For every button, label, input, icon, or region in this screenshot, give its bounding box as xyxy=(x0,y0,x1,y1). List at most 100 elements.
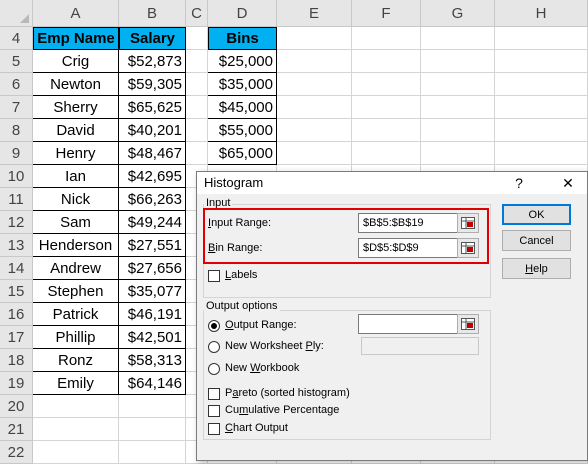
grid-cell[interactable] xyxy=(186,142,208,165)
grid-cell[interactable] xyxy=(352,96,421,119)
salary-cell[interactable]: $40,201 xyxy=(119,119,186,142)
help-question-icon[interactable]: ? xyxy=(506,173,532,193)
new-worksheet-ply-radio[interactable] xyxy=(208,341,220,353)
labels-checkbox[interactable] xyxy=(208,270,220,282)
grid-cell[interactable] xyxy=(421,96,495,119)
grid-cell[interactable] xyxy=(421,50,495,73)
grid-cell[interactable] xyxy=(421,119,495,142)
salary-cell[interactable]: $49,244 xyxy=(119,211,186,234)
employee-name-cell[interactable]: Emily xyxy=(33,372,119,395)
select-all-corner[interactable] xyxy=(0,0,33,27)
employee-name-cell[interactable]: Ian xyxy=(33,165,119,188)
bin-range-collapse-button[interactable] xyxy=(457,238,479,258)
row-header[interactable]: 13 xyxy=(0,234,33,257)
grid-cell[interactable] xyxy=(421,142,495,165)
bin-cell[interactable]: $35,000 xyxy=(208,73,277,96)
column-header[interactable]: B xyxy=(119,0,186,27)
new-worksheet-ply-field[interactable] xyxy=(361,337,479,355)
row-header[interactable]: 14 xyxy=(0,257,33,280)
salary-cell[interactable]: $42,501 xyxy=(119,326,186,349)
bin-cell[interactable]: $55,000 xyxy=(208,119,277,142)
column-header[interactable]: G xyxy=(421,0,495,27)
grid-cell[interactable] xyxy=(33,418,119,441)
row-header[interactable]: 15 xyxy=(0,280,33,303)
new-workbook-radio[interactable] xyxy=(208,363,220,375)
employee-name-cell[interactable]: Nick xyxy=(33,188,119,211)
grid-cell[interactable] xyxy=(352,73,421,96)
grid-cell[interactable] xyxy=(495,142,588,165)
salary-cell[interactable]: $66,263 xyxy=(119,188,186,211)
employee-name-cell[interactable]: Newton xyxy=(33,73,119,96)
grid-cell[interactable] xyxy=(277,142,352,165)
input-range-field[interactable]: $B$5:$B$19 xyxy=(358,213,458,233)
grid-cell[interactable] xyxy=(186,73,208,96)
grid-cell[interactable] xyxy=(495,96,588,119)
input-range-collapse-button[interactable] xyxy=(457,213,479,233)
row-header[interactable]: 8 xyxy=(0,119,33,142)
grid-cell[interactable] xyxy=(421,27,495,50)
employee-name-cell[interactable]: Henry xyxy=(33,142,119,165)
row-header[interactable]: 17 xyxy=(0,326,33,349)
row-header[interactable]: 6 xyxy=(0,73,33,96)
pareto-checkbox[interactable] xyxy=(208,388,220,400)
header-bins[interactable]: Bins xyxy=(208,27,277,50)
employee-name-cell[interactable]: Ronz xyxy=(33,349,119,372)
grid-cell[interactable] xyxy=(186,27,208,50)
employee-name-cell[interactable]: Sherry xyxy=(33,96,119,119)
row-header[interactable]: 16 xyxy=(0,303,33,326)
employee-name-cell[interactable]: Crig xyxy=(33,50,119,73)
bin-cell[interactable]: $65,000 xyxy=(208,142,277,165)
salary-cell[interactable]: $46,191 xyxy=(119,303,186,326)
close-icon[interactable]: ✕ xyxy=(555,173,581,193)
cumulative-percentage-checkbox[interactable] xyxy=(208,405,220,417)
salary-cell[interactable]: $64,146 xyxy=(119,372,186,395)
employee-name-cell[interactable]: Phillip xyxy=(33,326,119,349)
row-header[interactable]: 11 xyxy=(0,188,33,211)
salary-cell[interactable]: $48,467 xyxy=(119,142,186,165)
grid-cell[interactable] xyxy=(186,119,208,142)
bin-cell[interactable]: $25,000 xyxy=(208,50,277,73)
salary-cell[interactable]: $35,077 xyxy=(119,280,186,303)
employee-name-cell[interactable]: Henderson xyxy=(33,234,119,257)
row-header[interactable]: 10 xyxy=(0,165,33,188)
row-header[interactable]: 18 xyxy=(0,349,33,372)
grid-cell[interactable] xyxy=(277,73,352,96)
column-header[interactable]: H xyxy=(495,0,588,27)
row-header[interactable]: 7 xyxy=(0,96,33,119)
output-range-radio[interactable] xyxy=(208,320,220,332)
salary-cell[interactable]: $59,305 xyxy=(119,73,186,96)
row-header[interactable]: 21 xyxy=(0,418,33,441)
grid-cell[interactable] xyxy=(495,73,588,96)
grid-cell[interactable] xyxy=(119,418,186,441)
grid-cell[interactable] xyxy=(186,96,208,119)
output-range-collapse-button[interactable] xyxy=(457,314,479,334)
grid-cell[interactable] xyxy=(352,142,421,165)
grid-cell[interactable] xyxy=(352,27,421,50)
column-header[interactable]: C xyxy=(186,0,208,27)
employee-name-cell[interactable]: Patrick xyxy=(33,303,119,326)
grid-cell[interactable] xyxy=(33,395,119,418)
grid-cell[interactable] xyxy=(186,50,208,73)
grid-cell[interactable] xyxy=(277,119,352,142)
row-header[interactable]: 12 xyxy=(0,211,33,234)
grid-cell[interactable] xyxy=(277,96,352,119)
salary-cell[interactable]: $52,873 xyxy=(119,50,186,73)
salary-cell[interactable]: $27,656 xyxy=(119,257,186,280)
grid-cell[interactable] xyxy=(495,27,588,50)
employee-name-cell[interactable]: Stephen xyxy=(33,280,119,303)
ok-button[interactable]: OK xyxy=(502,204,571,225)
grid-cell[interactable] xyxy=(119,395,186,418)
salary-cell[interactable]: $65,625 xyxy=(119,96,186,119)
grid-cell[interactable] xyxy=(352,119,421,142)
employee-name-cell[interactable]: David xyxy=(33,119,119,142)
row-header[interactable]: 5 xyxy=(0,50,33,73)
header-emp-name[interactable]: Emp Name xyxy=(33,27,119,50)
grid-cell[interactable] xyxy=(421,73,495,96)
grid-cell[interactable] xyxy=(352,50,421,73)
bin-range-field[interactable]: $D$5:$D$9 xyxy=(358,238,458,258)
salary-cell[interactable]: $42,695 xyxy=(119,165,186,188)
grid-cell[interactable] xyxy=(495,50,588,73)
employee-name-cell[interactable]: Sam xyxy=(33,211,119,234)
row-header[interactable]: 9 xyxy=(0,142,33,165)
salary-cell[interactable]: $27,551 xyxy=(119,234,186,257)
